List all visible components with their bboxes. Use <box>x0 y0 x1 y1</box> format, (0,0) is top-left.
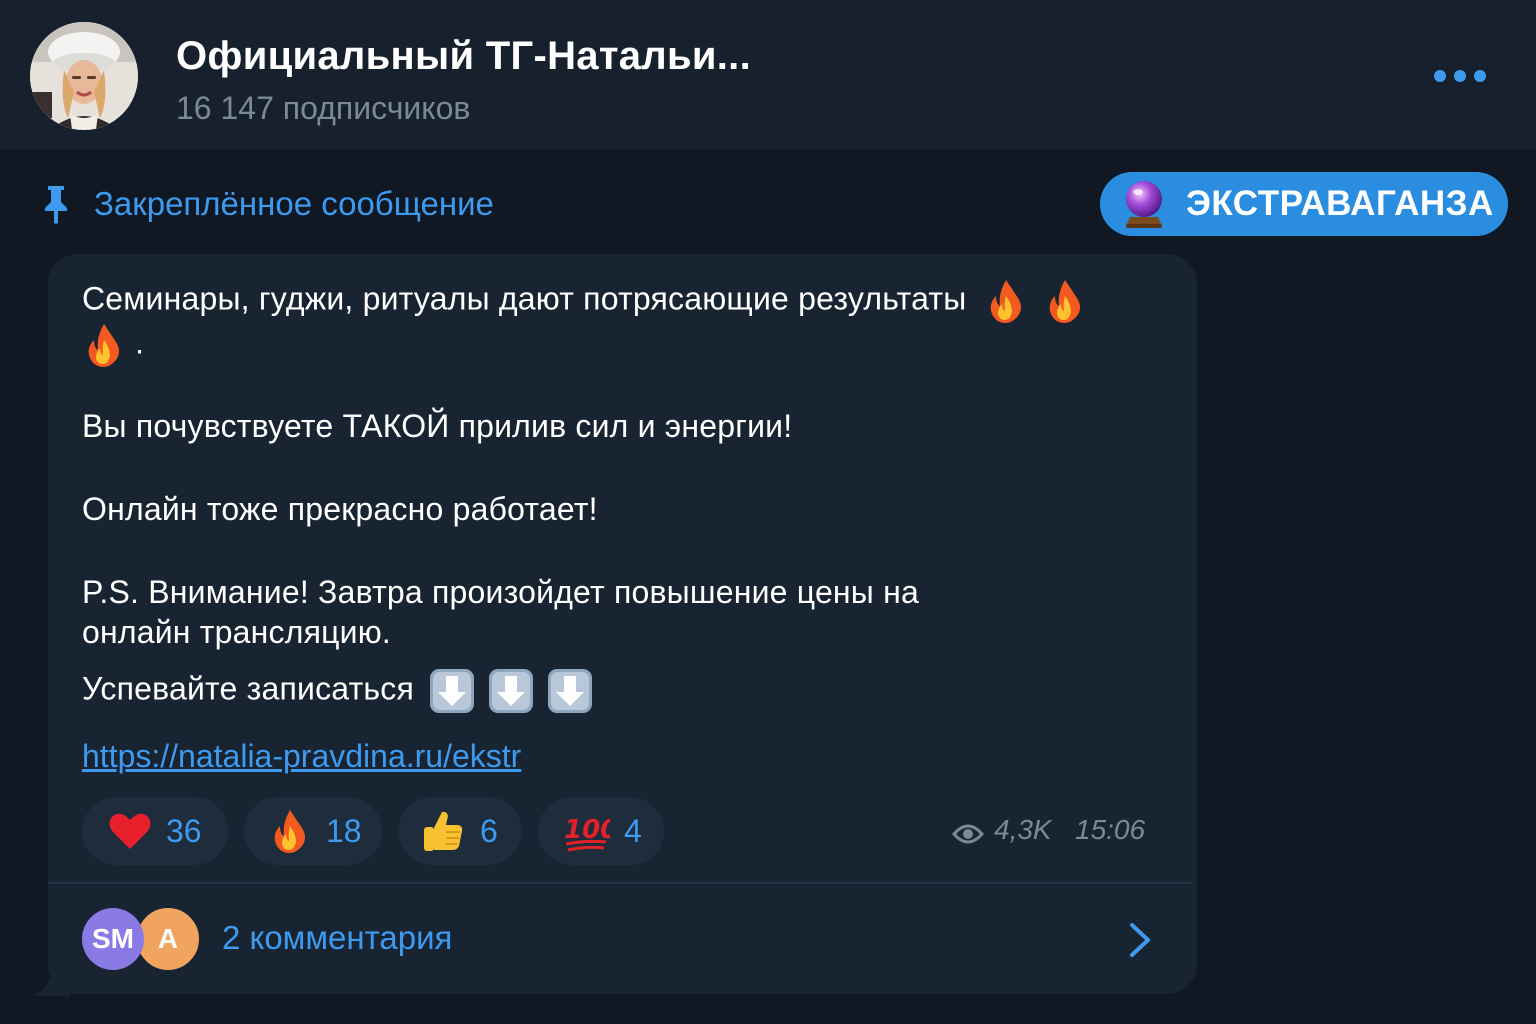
down-arrow-icon <box>489 669 534 713</box>
reaction-count: 6 <box>480 812 498 849</box>
extravaganza-button[interactable]: ЭКСТРАВАГАНЗА <box>1100 172 1508 236</box>
message-text: Успевайте записаться <box>82 670 415 707</box>
message-line: Семинары, гуджи, ритуалы дают потрясающи… <box>82 278 1087 324</box>
avatar: SM <box>82 908 144 970</box>
subscriber-count: 16 147 подписчиков <box>176 90 471 126</box>
down-arrow-icon <box>430 669 475 713</box>
channel-header: Официальный ТГ-Натальи... 16 147 подписч… <box>0 0 1536 151</box>
message-line: Успевайте записаться <box>82 668 593 714</box>
more-dot <box>1434 70 1446 82</box>
avatar: A <box>134 905 202 973</box>
pin-icon <box>45 186 67 224</box>
pinned-message-label: Закреплённое сообщение <box>94 185 494 222</box>
thumbs-up-icon <box>424 811 463 851</box>
eye-icon <box>952 824 984 844</box>
reaction-fire[interactable]: 18 <box>244 797 382 865</box>
message-text: Вы почувствуете ТАКОЙ прилив сил и энерг… <box>82 408 793 444</box>
comments-label: 2 комментария <box>222 919 453 956</box>
fire-icon <box>990 280 1021 323</box>
heart-icon <box>109 813 151 849</box>
crystal-ball-icon <box>1126 181 1162 228</box>
message-text: . <box>135 324 145 361</box>
message-text: онлайн трансляцию. <box>82 614 391 650</box>
reaction-count: 18 <box>326 812 362 849</box>
more-dots-icon[interactable] <box>1422 56 1498 96</box>
message-text: Семинары, гуджи, ритуалы дают потрясающи… <box>82 280 967 317</box>
reaction-heart[interactable]: 36 <box>82 797 228 865</box>
comments-button[interactable]: SM A 2 комментария <box>48 886 1197 994</box>
channel-avatar-icon[interactable] <box>30 22 138 130</box>
more-dot <box>1474 70 1486 82</box>
down-arrow-icon <box>548 669 593 713</box>
reaction-hundred[interactable]: 100 4 <box>538 797 664 865</box>
hundred-icon: 100 <box>564 815 610 852</box>
fire-icon <box>88 324 119 367</box>
extravaganza-label: ЭКСТРАВАГАНЗА <box>1186 184 1494 223</box>
chevron-right-icon <box>1130 923 1150 957</box>
pinned-message-bar[interactable]: Закреплённое сообщение <box>38 180 494 228</box>
message-text: P.S. Внимание! Завтра произойдет повышен… <box>82 574 919 610</box>
fire-icon <box>274 810 305 853</box>
reaction-thumbs-up[interactable]: 6 <box>398 797 522 865</box>
message-text: Онлайн тоже прекрасно работает! <box>82 491 598 527</box>
more-dot <box>1454 70 1466 82</box>
view-count: 4,3K <box>994 814 1052 845</box>
message-link[interactable]: https://natalia-pravdina.ru/ekstr <box>82 738 521 775</box>
comments-divider <box>48 882 1193 884</box>
message-time: 15:06 <box>1075 814 1146 845</box>
reaction-count: 4 <box>624 812 642 849</box>
fire-icon <box>1049 280 1080 323</box>
channel-title[interactable]: Официальный ТГ-Натальи... <box>176 34 751 79</box>
message-line: . <box>82 322 144 368</box>
reaction-count: 36 <box>166 812 202 849</box>
